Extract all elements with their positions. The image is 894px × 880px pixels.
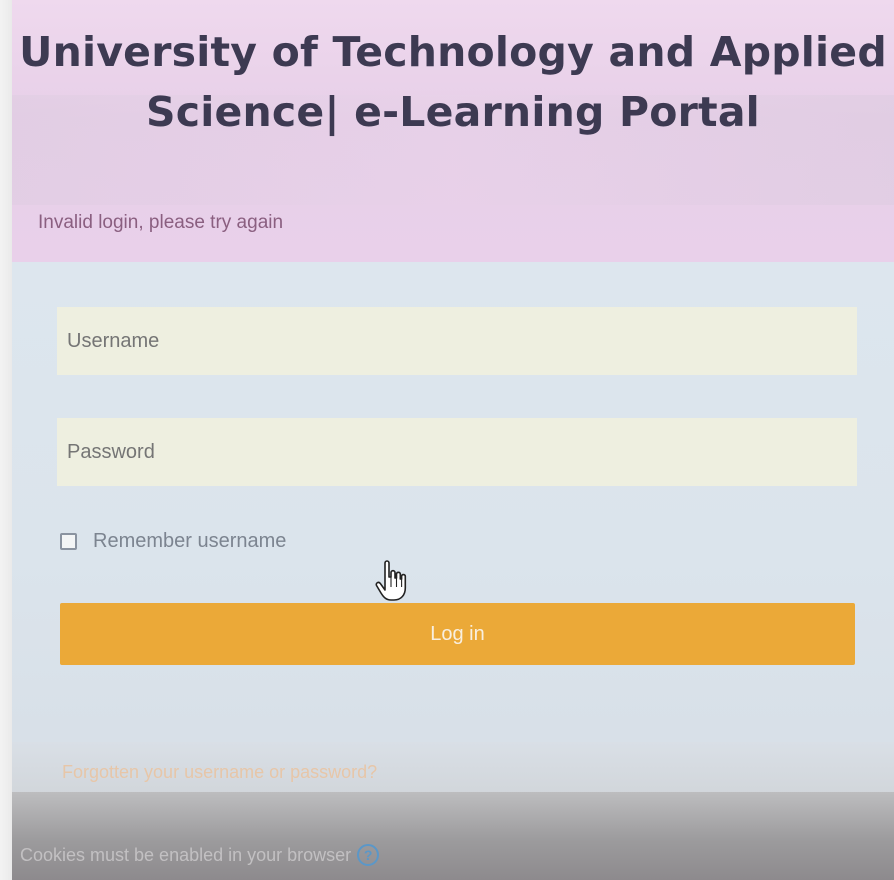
username-input[interactable] bbox=[57, 307, 857, 375]
page-title-line-1: University of Technology and Applied bbox=[19, 28, 887, 76]
remember-username-label: Remember username bbox=[93, 530, 287, 552]
login-error-message: Invalid login, please try again bbox=[38, 212, 284, 233]
password-input[interactable] bbox=[57, 418, 857, 486]
hand-pointer-icon bbox=[375, 560, 407, 601]
forgot-credentials-link[interactable]: Forgotten your username or password? bbox=[62, 762, 377, 783]
page-title-line-2: Science| e-Learning Portal bbox=[146, 88, 760, 136]
footer-band bbox=[12, 792, 894, 880]
login-button[interactable]: Log in bbox=[60, 603, 855, 665]
remember-username-row[interactable]: Remember username bbox=[60, 530, 286, 553]
cookies-notice-text: Cookies must be enabled in your browser bbox=[20, 844, 352, 865]
login-page: University of Technology and Applied Sci… bbox=[0, 0, 894, 880]
left-edge bbox=[0, 0, 12, 880]
remember-username-checkbox[interactable] bbox=[60, 533, 77, 550]
login-button-label: Log in bbox=[430, 622, 485, 645]
question-circle-icon[interactable]: ? bbox=[357, 844, 380, 866]
cookies-notice: Cookies must be enabled in your browser … bbox=[20, 844, 380, 866]
page-title: University of Technology and Applied Sci… bbox=[12, 22, 894, 142]
